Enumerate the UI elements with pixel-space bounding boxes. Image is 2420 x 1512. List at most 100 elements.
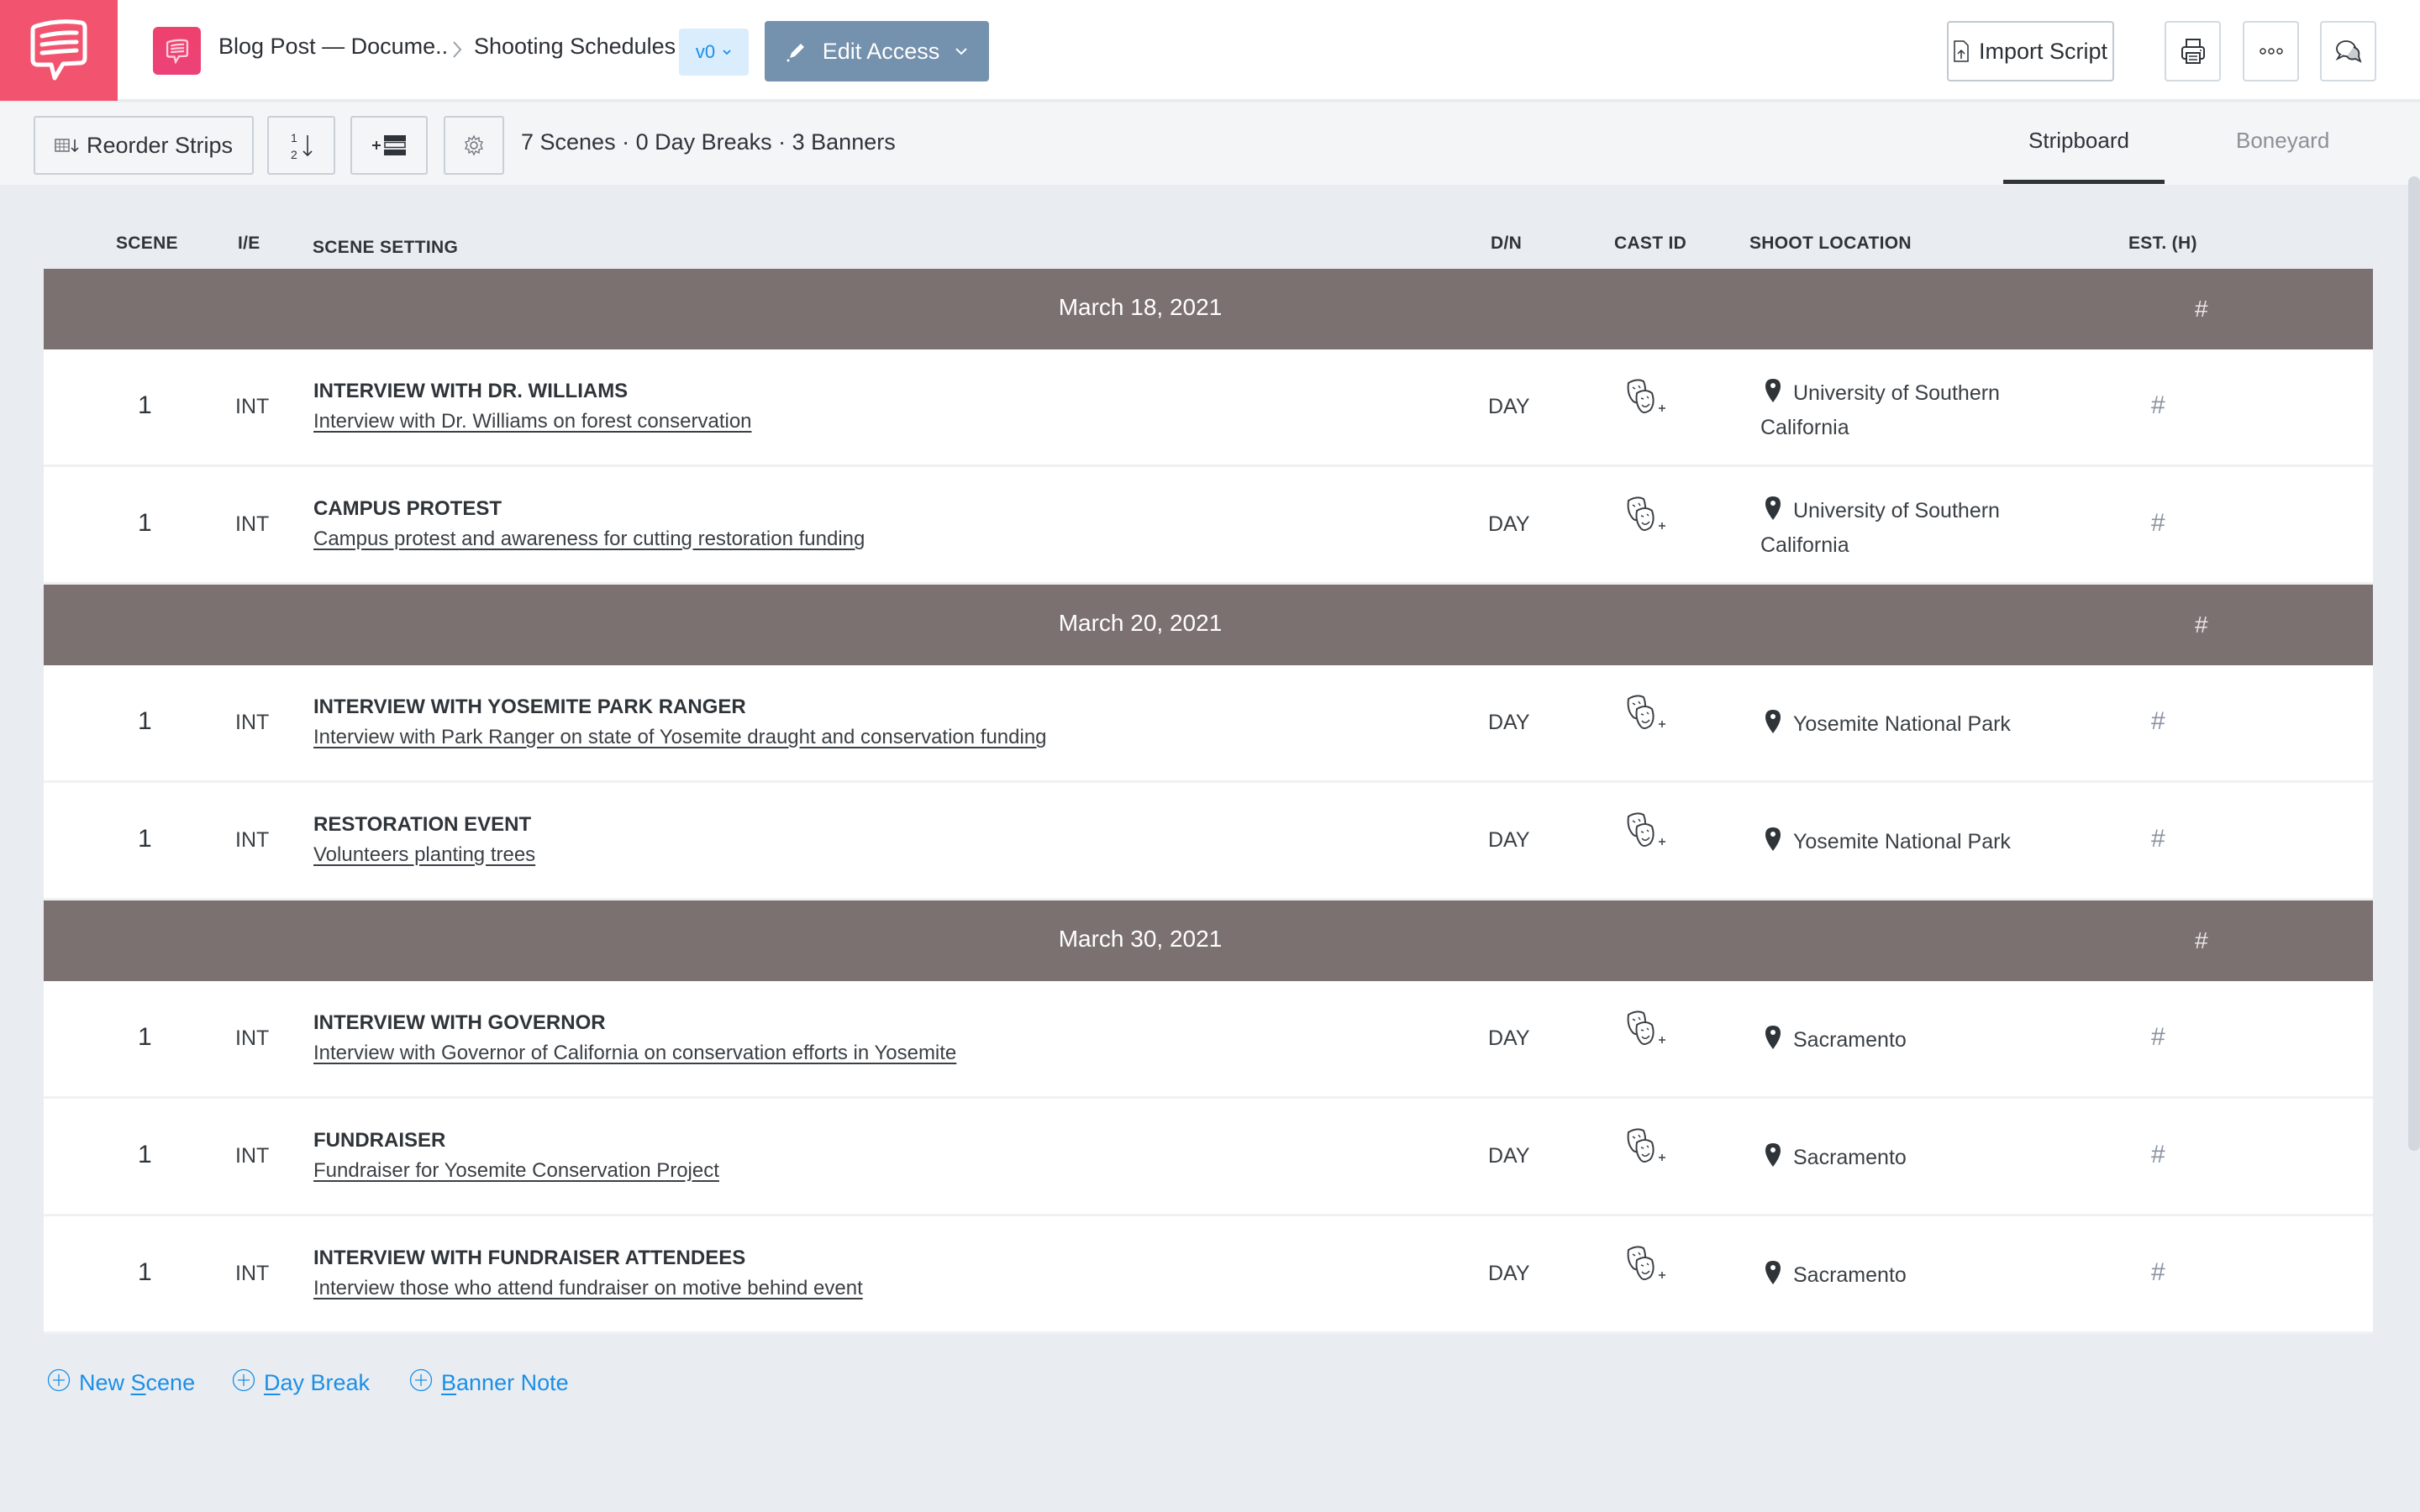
document-icon[interactable] (153, 27, 201, 75)
shoot-location: Yosemite National Park (1765, 709, 2011, 743)
add-cast-icon[interactable] (1625, 378, 1672, 420)
location-pin-icon (1765, 496, 1781, 530)
scene-strip[interactable]: 1 INT INTERVIEW WITH DR. WILLIAMS Interview… (44, 349, 2373, 467)
breadcrumb-project[interactable]: Blog Post — Docume.. (218, 34, 448, 60)
location-pin-icon (1765, 378, 1781, 412)
version-label: v0 (695, 41, 716, 62)
add-cast-icon[interactable] (1625, 496, 1672, 538)
shoot-location: University of Southern California (1760, 378, 2000, 444)
day-banner[interactable]: March 18, 2021 # (44, 269, 2373, 349)
add-cast-icon[interactable] (1625, 1245, 1672, 1287)
add-cast-icon[interactable] (1625, 1127, 1672, 1169)
scene-title: CAMPUS PROTEST (313, 497, 502, 520)
add-circle-icon (409, 1368, 433, 1398)
top-header: Blog Post — Docume.. Shooting Schedules … (0, 0, 2420, 101)
print-icon (2181, 39, 2205, 64)
tab-stripboard[interactable]: Stripboard (2028, 128, 2129, 154)
scene-strip[interactable]: 1 INT FUNDRAISER Fundraiser for Yosemite Co… (44, 1099, 2373, 1216)
action-label: Day Break (264, 1370, 370, 1396)
schedule-summary: 7 Scenes · 0 Day Breaks · 3 Banners (521, 129, 896, 155)
reorder-strips-button[interactable]: Reorder Strips (34, 116, 254, 175)
import-script-button[interactable]: Import Script (1947, 21, 2114, 81)
column-header-dn: D/N (1491, 234, 1523, 253)
scene-estimate[interactable]: # (2151, 825, 2165, 853)
location-pin-icon (1765, 709, 1781, 743)
add-circle-icon (47, 1368, 71, 1398)
day-banner[interactable]: March 30, 2021 # (44, 900, 2373, 981)
sort-numeric-icon: 12 (291, 131, 313, 161)
scene-number: 1 (138, 1023, 152, 1051)
label-prefix: New (79, 1370, 131, 1395)
print-button[interactable] (2165, 21, 2221, 81)
location-line-1: Sacramento (1793, 1028, 1907, 1052)
scene-number: 1 (138, 391, 152, 419)
scrollbar-thumb[interactable] (2408, 176, 2420, 1151)
banner-estimate[interactable]: # (2195, 296, 2208, 323)
scene-description-link[interactable]: Interview with Park Ranger on state of Y… (313, 726, 1047, 749)
app-logo[interactable] (0, 0, 118, 101)
scene-description-link[interactable]: Interview those who attend fundraiser on… (313, 1277, 863, 1300)
day-break-button[interactable]: Day Break (232, 1368, 370, 1398)
scene-estimate[interactable]: # (2151, 1023, 2165, 1052)
scene-description-link[interactable]: Volunteers planting trees (313, 843, 535, 867)
int-ext: INT (235, 395, 270, 418)
scene-title: RESTORATION EVENT (313, 813, 532, 836)
edit-access-button[interactable]: Edit Access (765, 21, 989, 81)
banner-estimate[interactable]: # (2195, 927, 2208, 954)
label-shortcut-key: S (130, 1370, 146, 1395)
banner-note-button[interactable]: Banner Note (409, 1368, 569, 1398)
tab-boneyard[interactable]: Boneyard (2236, 128, 2329, 154)
reorder-strips-label: Reorder Strips (86, 132, 234, 158)
scene-estimate[interactable]: # (2151, 509, 2165, 538)
comments-button[interactable] (2320, 21, 2376, 81)
scene-strip[interactable]: 1 INT CAMPUS PROTEST Campus protest and awa… (44, 467, 2373, 585)
day-banner[interactable]: March 20, 2021 # (44, 585, 2373, 665)
location-line-1: Yosemite National Park (1793, 712, 2011, 736)
breadcrumb-page[interactable]: Shooting Schedules (474, 34, 676, 60)
int-ext: INT (235, 1262, 270, 1285)
add-cast-icon[interactable] (1625, 811, 1672, 853)
scene-estimate[interactable]: # (2151, 391, 2165, 420)
label-shortcut-key: B (441, 1370, 457, 1395)
pencil-icon (786, 44, 804, 62)
sort-button[interactable]: 12 (267, 116, 335, 175)
label-suffix: cene (145, 1370, 196, 1395)
speech-bubble-icon (166, 39, 188, 64)
location-line-1: Sacramento (1793, 1146, 1907, 1169)
scene-strip[interactable]: 1 INT RESTORATION EVENT Volunteers planting… (44, 783, 2373, 900)
new-scene-button[interactable]: New Scene (47, 1368, 195, 1398)
scene-estimate[interactable]: # (2151, 707, 2165, 736)
settings-button[interactable] (444, 116, 504, 175)
shoot-location: Yosemite National Park (1765, 827, 2011, 861)
scene-description-link[interactable]: Fundraiser for Yosemite Conservation Pro… (313, 1159, 719, 1183)
day-night: DAY (1488, 711, 1530, 734)
int-ext: INT (235, 828, 270, 852)
scene-description-link[interactable]: Campus protest and awareness for cutting… (313, 528, 865, 551)
scene-description-link[interactable]: Interview with Dr. Williams on forest co… (313, 410, 752, 433)
add-cast-icon[interactable] (1625, 1010, 1672, 1052)
speech-bubble-logo-icon (30, 19, 87, 81)
chevron-right-icon (453, 41, 462, 58)
add-strip-icon (372, 135, 406, 155)
scene-estimate[interactable]: # (2151, 1258, 2165, 1287)
location-pin-icon (1765, 1260, 1781, 1294)
label-shortcut-key: D (264, 1370, 281, 1395)
svg-text:1: 1 (291, 131, 297, 144)
scene-strip[interactable]: 1 INT INTERVIEW WITH GOVERNOR Interview wit… (44, 981, 2373, 1099)
version-dropdown[interactable]: v0 (679, 29, 749, 76)
scene-strip[interactable]: 1 INT INTERVIEW WITH YOSEMITE PARK RANGER I… (44, 665, 2373, 783)
add-strip-button[interactable] (350, 116, 428, 175)
int-ext: INT (235, 1144, 270, 1168)
scene-estimate[interactable]: # (2151, 1141, 2165, 1169)
column-header-scene: SCENE (116, 234, 178, 253)
gear-icon (465, 134, 483, 156)
scene-strip[interactable]: 1 INT INTERVIEW WITH FUNDRAISER ATTENDEES I… (44, 1216, 2373, 1334)
banner-estimate[interactable]: # (2195, 612, 2208, 638)
banner-date: March 18, 2021 (1058, 294, 1223, 320)
add-cast-icon[interactable] (1625, 694, 1672, 736)
scene-description-link[interactable]: Interview with Governor of California on… (313, 1042, 956, 1065)
banner-date: March 30, 2021 (1058, 926, 1223, 952)
more-options-button[interactable] (2243, 21, 2299, 81)
banner-date: March 20, 2021 (1058, 610, 1223, 636)
scene-number: 1 (138, 707, 152, 735)
